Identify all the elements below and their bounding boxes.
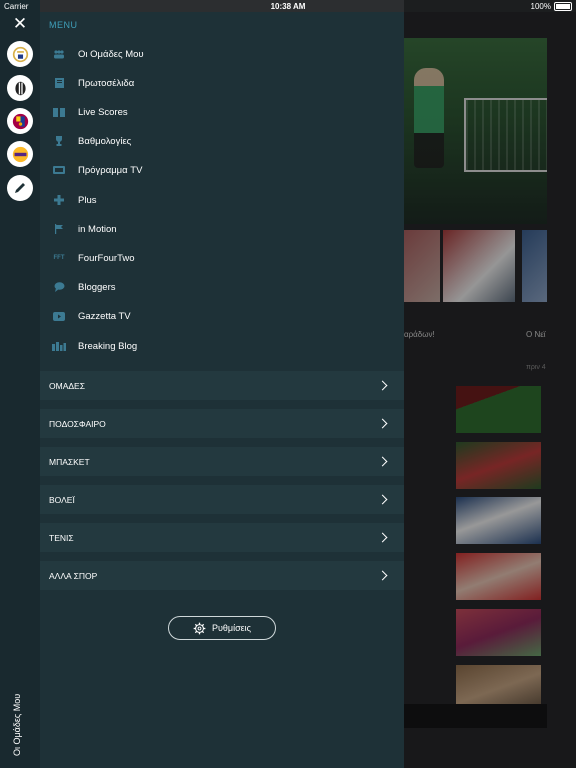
chevron-right-icon xyxy=(377,456,388,467)
section-label: ΤΕΝΙΣ xyxy=(49,532,74,543)
plus-icon xyxy=(48,195,70,205)
fft-icon-text: FFT xyxy=(53,255,65,261)
battery-percent: 100% xyxy=(530,2,551,11)
newspaper-icon xyxy=(48,78,70,88)
menu-item-fourfourtwo[interactable]: FFT FourFourTwo xyxy=(40,245,404,271)
scoreboard-icon xyxy=(48,107,70,117)
motion-flag-icon xyxy=(48,224,70,234)
pencil-icon xyxy=(15,183,25,193)
play-icon xyxy=(48,311,70,321)
gear-icon xyxy=(193,622,206,634)
team-avatar-lakers[interactable] xyxy=(7,141,33,167)
menu-item-breaking-blog[interactable]: Breaking Blog xyxy=(40,333,404,359)
menu-item-standings[interactable]: Βαθμολογίες xyxy=(40,128,404,154)
settings-label: Ρυθμίσεις xyxy=(211,623,252,633)
menu-heading: MENU xyxy=(49,20,78,30)
menu-item-label: in Motion xyxy=(78,223,117,235)
menu-item-gazzetta-tv[interactable]: Gazzetta TV xyxy=(40,303,404,329)
menu-item-label: Breaking Blog xyxy=(78,340,138,352)
status-bar: Carrier 10:38 AM 100% xyxy=(0,0,576,12)
clock: 10:38 AM xyxy=(270,2,306,11)
section-volleyball[interactable]: ΒΟΛΕΪ xyxy=(40,485,404,514)
section-label: ΒΟΛΕΪ xyxy=(49,494,75,505)
section-basketball[interactable]: ΜΠΑΣΚΕΤ xyxy=(40,447,404,476)
battery-indicator: 100% xyxy=(531,2,572,11)
menu-item-bloggers[interactable]: Bloggers xyxy=(40,274,404,300)
menu-item-label: Πρόγραμμα TV xyxy=(78,164,143,176)
team-avatar-juventus[interactable] xyxy=(7,75,33,101)
section-label: ΟΜΑΔΕΣ xyxy=(49,380,85,391)
team-avatar-real-madrid[interactable] xyxy=(7,41,33,67)
menu-item-label: Gazzetta TV xyxy=(78,310,131,322)
chevron-right-icon xyxy=(377,418,388,429)
menu-item-tv-schedule[interactable]: Πρόγραμμα TV xyxy=(40,157,404,183)
section-label: ΠΟΔΟΣΦΑΙΡΟ xyxy=(49,418,106,429)
real-madrid-crest-icon xyxy=(12,46,28,62)
menu-item-in-motion[interactable]: in Motion xyxy=(40,216,404,242)
lakers-crest-icon xyxy=(12,146,28,162)
section-label: ΑΛΛΑ ΣΠΟΡ xyxy=(49,570,98,581)
blog-icon xyxy=(48,341,70,351)
edit-teams-button[interactable] xyxy=(7,175,33,201)
section-label: ΜΠΑΣΚΕΤ xyxy=(49,456,90,467)
menu-item-label: Bloggers xyxy=(78,281,116,293)
section-teams[interactable]: ΟΜΑΔΕΣ xyxy=(40,371,404,400)
menu-item-front-pages[interactable]: Πρωτοσέλιδα xyxy=(40,70,404,96)
section-tennis[interactable]: ΤΕΝΙΣ xyxy=(40,523,404,552)
menu-item-label: Οι Ομάδες Μου xyxy=(78,48,144,60)
chat-icon xyxy=(48,282,70,292)
my-teams-vertical-label: Οι Ομάδες Μου xyxy=(8,656,28,756)
menu-item-label: Πρωτοσέλιδα xyxy=(78,77,135,89)
people-icon xyxy=(48,49,70,59)
team-avatar-barcelona[interactable] xyxy=(7,108,33,134)
chevron-right-icon xyxy=(377,570,388,581)
teams-rail: ✕ Οι Ομάδες Μου xyxy=(0,0,40,768)
dim-overlay[interactable] xyxy=(404,0,576,768)
tv-icon xyxy=(48,165,70,175)
menu-item-live-scores[interactable]: Live Scores xyxy=(40,99,404,125)
rail-label-text: Οι Ομάδες Μου xyxy=(12,693,22,756)
menu-item-label: FourFourTwo xyxy=(78,252,135,264)
trophy-icon xyxy=(48,136,70,146)
section-other-sports[interactable]: ΑΛΛΑ ΣΠΟΡ xyxy=(40,561,404,590)
chevron-right-icon xyxy=(377,532,388,543)
side-menu-panel: MENU Οι Ομάδες Μου Πρωτοσέλιδα Live Scor… xyxy=(40,12,404,768)
settings-button[interactable]: Ρυθμίσεις xyxy=(168,616,276,640)
barcelona-crest-icon xyxy=(12,113,28,129)
juventus-crest-icon xyxy=(14,81,26,95)
battery-icon xyxy=(554,2,572,11)
chevron-right-icon xyxy=(377,494,388,505)
menu-item-label: Βαθμολογίες xyxy=(78,135,132,147)
menu-item-my-teams[interactable]: Οι Ομάδες Μου xyxy=(40,41,404,67)
fft-icon: FFT xyxy=(48,255,70,261)
menu-item-label: Plus xyxy=(78,194,97,206)
menu-item-label: Live Scores xyxy=(78,106,128,118)
menu-item-plus[interactable]: Plus xyxy=(40,187,404,213)
close-icon[interactable]: ✕ xyxy=(10,14,30,34)
chevron-right-icon xyxy=(377,380,388,391)
section-football[interactable]: ΠΟΔΟΣΦΑΙΡΟ xyxy=(40,409,404,438)
